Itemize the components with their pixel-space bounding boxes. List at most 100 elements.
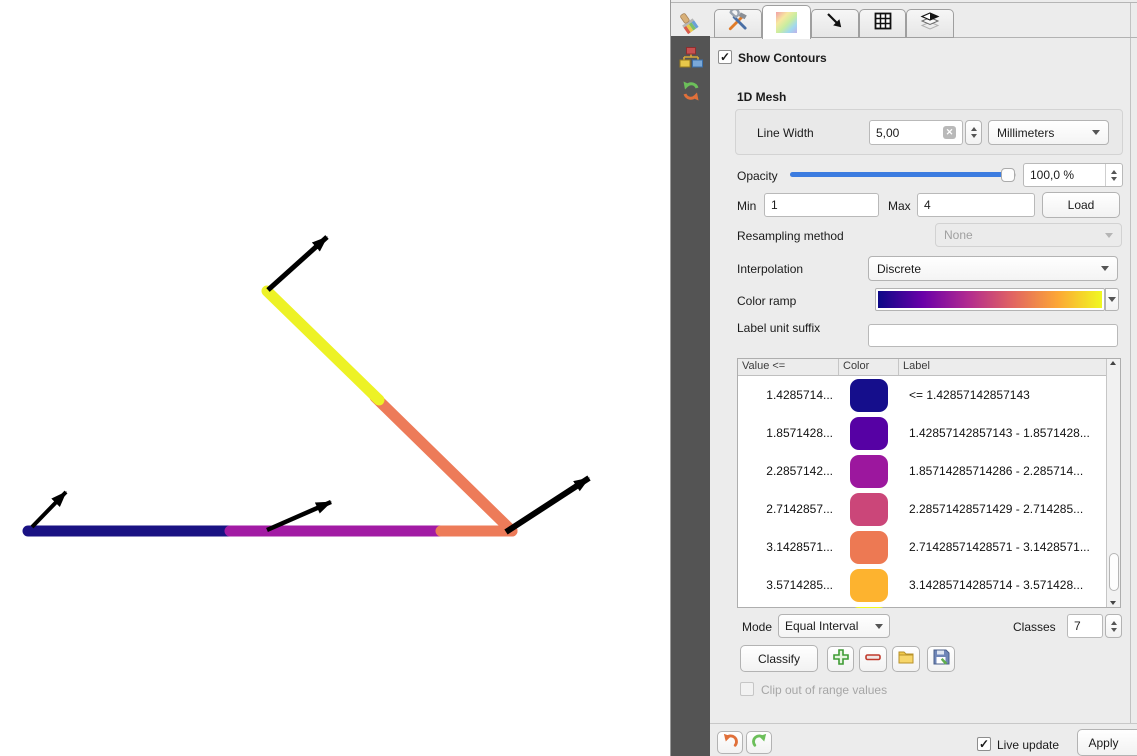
classification-table[interactable]: Value <= Color Label 1.4285714... <= 1.4… bbox=[737, 358, 1121, 608]
label-cell[interactable]: 2.28571428571429 - 2.714285... bbox=[899, 490, 1106, 528]
color-cell[interactable] bbox=[839, 414, 899, 452]
value-cell[interactable]: 3.5714285... bbox=[738, 566, 839, 604]
classes-input[interactable]: 7 bbox=[1067, 614, 1103, 638]
dataset-groups-icon[interactable] bbox=[678, 44, 704, 70]
layer-styling-panel: ✓ Show Contours 1D Mesh Line Width 5,00 … bbox=[670, 0, 1137, 756]
load-button[interactable]: Load bbox=[1042, 192, 1120, 218]
value-cell[interactable]: 2.7142857... bbox=[738, 490, 839, 528]
live-update-label: Live update bbox=[997, 738, 1059, 752]
value-cell[interactable]: 1.8571428... bbox=[738, 414, 839, 452]
table-row[interactable] bbox=[738, 604, 1106, 608]
opacity-spinbox[interactable]: 100,0 % bbox=[1023, 163, 1123, 187]
table-row[interactable]: 1.4285714... <= 1.42857142857143 bbox=[738, 376, 1106, 414]
color-cell[interactable] bbox=[839, 566, 899, 604]
color-cell[interactable] bbox=[839, 376, 899, 414]
color-cell[interactable] bbox=[839, 452, 899, 490]
opacity-stepper[interactable] bbox=[1105, 164, 1122, 186]
color-cell[interactable] bbox=[839, 528, 899, 566]
label-unit-suffix-input[interactable] bbox=[868, 324, 1118, 347]
resampling-value: None bbox=[944, 228, 973, 242]
table-header[interactable]: Value <= Color Label bbox=[738, 359, 1120, 376]
label-cell[interactable]: 1.42857142857143 - 1.8571428... bbox=[899, 414, 1106, 452]
tab-general-settings[interactable] bbox=[714, 9, 762, 38]
label-unit-suffix-label: Label unit suffix bbox=[737, 321, 822, 336]
table-row[interactable]: 3.1428571... 2.71428571428571 - 3.142857… bbox=[738, 528, 1106, 566]
line-width-stepper[interactable] bbox=[965, 120, 982, 145]
mode-combo[interactable]: Equal Interval bbox=[778, 614, 890, 638]
label-cell[interactable]: 3.14285714285714 - 3.571428... bbox=[899, 566, 1106, 604]
mesh-vector-arrow bbox=[506, 478, 589, 532]
color-ramp-label: Color ramp bbox=[737, 294, 796, 308]
spin-down-icon[interactable] bbox=[971, 134, 977, 138]
show-contours-checkbox[interactable]: ✓ bbox=[718, 50, 732, 64]
spin-up-icon[interactable] bbox=[1111, 170, 1117, 174]
min-input[interactable] bbox=[764, 193, 879, 217]
load-color-map-button[interactable] bbox=[892, 646, 920, 672]
value-cell[interactable]: 2.2857142... bbox=[738, 452, 839, 490]
undo-button[interactable] bbox=[717, 731, 743, 754]
table-row[interactable]: 2.7142857... 2.28571428571429 - 2.714285… bbox=[738, 490, 1106, 528]
opacity-label: Opacity bbox=[737, 169, 778, 183]
color-swatch[interactable] bbox=[850, 607, 888, 609]
label-cell[interactable] bbox=[899, 604, 1106, 608]
panel-top-border bbox=[671, 2, 1137, 3]
table-row[interactable]: 2.2857142... 1.85714285714286 - 2.285714… bbox=[738, 452, 1106, 490]
scroll-up-icon[interactable] bbox=[1110, 361, 1116, 365]
add-class-button[interactable] bbox=[827, 646, 854, 672]
column-header-color[interactable]: Color bbox=[839, 359, 899, 375]
opacity-slider[interactable] bbox=[790, 168, 1016, 182]
table-row[interactable]: 3.5714285... 3.14285714285714 - 3.571428… bbox=[738, 566, 1106, 604]
color-cell[interactable] bbox=[839, 604, 899, 608]
classify-label: Classify bbox=[758, 652, 800, 666]
spin-up-icon[interactable] bbox=[971, 127, 977, 131]
interpolation-combo[interactable]: Discrete bbox=[868, 256, 1118, 281]
column-header-value[interactable]: Value <= bbox=[738, 359, 839, 375]
column-header-label[interactable]: Label bbox=[899, 359, 1106, 375]
line-width-input[interactable]: 5,00 ✕ bbox=[869, 120, 963, 145]
color-swatch[interactable] bbox=[850, 379, 888, 412]
apply-button[interactable]: Apply bbox=[1077, 729, 1137, 756]
value-cell[interactable]: 1.4285714... bbox=[738, 376, 839, 414]
color-cell[interactable] bbox=[839, 490, 899, 528]
color-swatch[interactable] bbox=[850, 569, 888, 602]
clear-field-icon[interactable]: ✕ bbox=[943, 126, 956, 139]
tab-vectors[interactable] bbox=[811, 9, 859, 38]
value-cell[interactable] bbox=[738, 604, 839, 608]
color-gradient-icon bbox=[776, 12, 797, 33]
max-input[interactable] bbox=[917, 193, 1035, 217]
spin-down-icon[interactable] bbox=[1111, 628, 1117, 632]
panel-scrollbar[interactable] bbox=[1130, 3, 1137, 756]
undo-icon bbox=[722, 732, 739, 754]
classes-stepper[interactable] bbox=[1105, 614, 1122, 638]
mesh-vector-arrow bbox=[268, 237, 327, 290]
save-color-map-button[interactable] bbox=[927, 646, 955, 672]
color-swatch[interactable] bbox=[850, 531, 888, 564]
color-swatch[interactable] bbox=[850, 455, 888, 488]
live-update-checkbox[interactable]: ✓ bbox=[977, 737, 991, 751]
classify-button[interactable]: Classify bbox=[740, 645, 818, 672]
remove-class-button[interactable] bbox=[859, 646, 887, 672]
table-scrollbar[interactable] bbox=[1106, 359, 1120, 607]
tab-mesh-frame[interactable] bbox=[859, 9, 906, 38]
redo-button[interactable] bbox=[746, 731, 772, 754]
tab-contours[interactable] bbox=[762, 5, 811, 39]
map-canvas[interactable] bbox=[0, 0, 670, 756]
scrollbar-thumb[interactable] bbox=[1109, 553, 1119, 591]
label-cell[interactable]: 2.71428571428571 - 3.1428571... bbox=[899, 528, 1106, 566]
color-ramp-widget[interactable] bbox=[875, 288, 1105, 311]
datasets-cycle-icon[interactable] bbox=[678, 78, 704, 104]
label-cell[interactable]: <= 1.42857142857143 bbox=[899, 376, 1106, 414]
color-ramp-dropdown-button[interactable] bbox=[1105, 288, 1119, 311]
line-width-unit-combo[interactable]: Millimeters bbox=[988, 120, 1109, 145]
value-cell[interactable]: 3.1428571... bbox=[738, 528, 839, 566]
spin-down-icon[interactable] bbox=[1111, 177, 1117, 181]
spin-up-icon[interactable] bbox=[1111, 621, 1117, 625]
color-swatch[interactable] bbox=[850, 493, 888, 526]
slider-handle[interactable] bbox=[1001, 168, 1015, 182]
scroll-down-icon[interactable] bbox=[1110, 601, 1116, 605]
label-cell[interactable]: 1.85714285714286 - 2.285714... bbox=[899, 452, 1106, 490]
table-row[interactable]: 1.8571428... 1.42857142857143 - 1.857142… bbox=[738, 414, 1106, 452]
tab-stacked-mesh-averaging[interactable] bbox=[906, 9, 954, 38]
color-swatch[interactable] bbox=[850, 417, 888, 450]
color-ramp-gradient bbox=[878, 291, 1102, 308]
